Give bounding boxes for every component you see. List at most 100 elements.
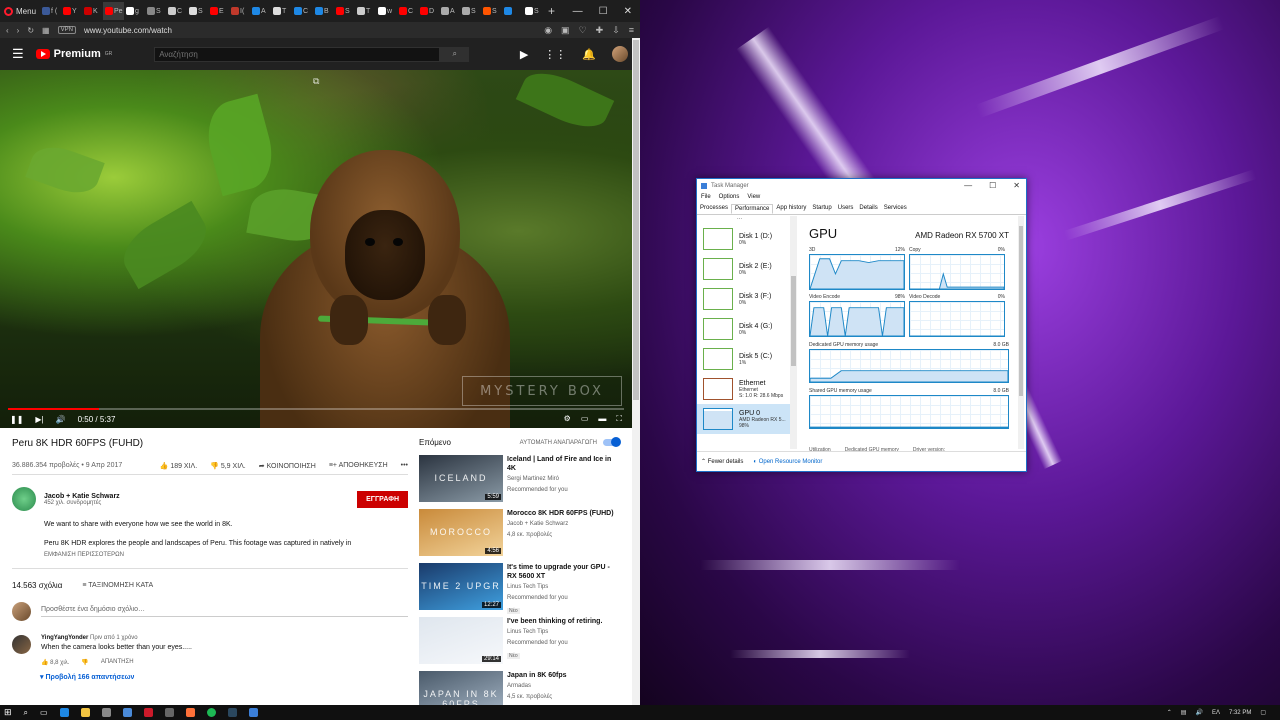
speed-dial-icon[interactable]: ▦ [42,26,50,35]
video-thumbnail[interactable]: TIME 2 UPGR 12:27 [419,563,503,610]
task-view-icon[interactable]: ▭ [40,708,48,717]
browser-tab[interactable]: B [313,2,334,20]
subscribe-button[interactable]: ΕΓΓΡΑΦΗ [357,490,408,508]
back-icon[interactable]: ‹ [6,26,9,35]
opera-menu-button[interactable]: Menu [4,6,40,16]
recommended-video[interactable]: JAPAN IN 8K 60FPS Japan in 8K 60fps Armada… [419,671,619,705]
browser-tab[interactable]: S [523,2,544,20]
open-resource-monitor-link[interactable]: ◐ Open Resource Monitor [753,459,822,465]
add-comment-input[interactable]: Προσθέστε ένα δημόσιο σχόλιο… [41,606,408,617]
network-icon[interactable]: ▤ [1181,709,1187,716]
forward-icon[interactable]: › [17,26,20,35]
browser-tab[interactable]: S [460,2,481,20]
browser-tab[interactable]: I( [229,2,250,20]
browser-tab[interactable] [502,2,523,20]
resource-item[interactable]: Disk 4 (G:) 0% [697,314,796,344]
reload-icon[interactable]: ↻ [27,26,34,35]
recommended-video[interactable]: TIME 2 UPGR 12:27 It's time to upgrade you… [419,563,619,614]
browser-tab[interactable]: S [145,2,166,20]
miniplayer-icon[interactable]: ⧉ [313,76,319,87]
store-icon[interactable] [122,708,132,717]
snapshot-icon[interactable]: ▣ [561,25,570,36]
bookmark-icon[interactable]: ♡ [579,25,587,36]
search-button[interactable]: ⌕ [440,46,470,62]
recommended-video-title[interactable]: Japan in 8K 60fps [507,671,567,680]
video-player[interactable]: ⧉ MYSTERY BOX ❚❚ ▶| 🔊 0:50 / 5:37 ⚙ ▭ ▬ … [0,70,632,428]
tm-maximize-icon[interactable]: ☐ [989,181,996,190]
settings-gear-icon[interactable]: ⚙ [564,414,571,424]
reply-button[interactable]: ΑΠΑΝΤΗΣΗ [101,659,134,666]
tm-tab-details[interactable]: Details [856,204,880,214]
tm-tab-startup[interactable]: Startup [809,204,834,214]
tm-menu-file[interactable]: File [701,194,711,200]
recommended-video-title[interactable]: I've been thinking of retiring. [507,617,602,626]
browser-tab[interactable]: C [292,2,313,20]
app-icon[interactable] [101,708,111,717]
firefox-icon[interactable] [185,708,195,717]
recommended-video[interactable]: 29:14 I've been thinking of retiring. Linu… [419,617,619,664]
browser-tab[interactable]: E [208,2,229,20]
browser-tab[interactable]: w [376,2,397,20]
resource-item[interactable]: Disk 5 (C:) 1% [697,344,796,374]
tm-menu-options[interactable]: Options [719,194,740,200]
browser-tab[interactable]: C [166,2,187,20]
miniplayer-button-icon[interactable]: ▭ [581,414,589,424]
taskbar-app-icon[interactable] [164,708,174,717]
apps-grid-icon[interactable]: ⋮⋮ [544,48,566,61]
tray-chevron-icon[interactable]: ⌃ [1167,709,1172,716]
tm-tab-performance[interactable]: Performance [731,204,774,214]
minimize-icon[interactable]: — [573,6,583,17]
browser-tab[interactable]: C [397,2,418,20]
commenter-avatar[interactable] [12,635,31,654]
comment-dislike-icon[interactable]: 👎 [81,659,88,666]
comment-author[interactable]: YingYangYonder [41,635,88,641]
recommended-video-title[interactable]: Iceland | Land of Fire and Ice in 4K [507,455,619,473]
fewer-details-button[interactable]: ⌃ Fewer details [701,458,743,465]
browser-tab[interactable]: A [250,2,271,20]
recommended-video[interactable]: ICELAND 5:59 Iceland | Land of Fire and Ic… [419,455,619,502]
more-actions-icon[interactable]: ••• [401,462,408,470]
dislike-button[interactable]: 👎 5,9 ΧΙΛ. [210,462,246,470]
autoplay-toggle[interactable] [603,437,621,447]
easy-setup-icon[interactable]: ≡ [629,25,634,36]
sort-comments-button[interactable]: ≡ ΤΑΞΙΝΟΜΗΣΗ ΚΑΤΑ [82,582,153,589]
browser-tab[interactable]: g [124,2,145,20]
maximize-icon[interactable]: ☐ [599,6,608,17]
share-button[interactable]: ➦ ΚΟΙΝΟΠΟΙΗΣΗ [259,462,316,470]
pause-icon[interactable]: ❚❚ [10,415,23,424]
windows-start-icon[interactable]: ⊞ [4,707,12,718]
browser-tab[interactable]: T [355,2,376,20]
clock[interactable]: 7:32 PM [1229,710,1251,716]
theater-mode-icon[interactable]: ▬ [598,414,606,424]
camera-icon[interactable]: ◉ [544,25,552,36]
show-more-button[interactable]: ΕΜΦΑΝΙΣΗ ΠΕΡΙΣΣΟΤΕΡΩΝ [44,552,408,558]
channel-avatar[interactable] [12,487,36,511]
resource-item[interactable]: GPU 0 AMD Radeon RX 5... 98% [697,404,796,434]
file-explorer-icon[interactable] [80,708,90,717]
page-scrollbar[interactable] [632,38,640,705]
taskbar-search-icon[interactable]: ⌕ [24,708,28,718]
resource-list-scrollbar[interactable] [790,216,797,449]
video-thumbnail[interactable]: JAPAN IN 8K 60FPS [419,671,503,705]
hamburger-menu-icon[interactable]: ☰ [12,46,24,62]
tm-tab-services[interactable]: Services [881,204,910,214]
resource-item[interactable]: Disk 2 (E:) 0% [697,254,796,284]
browser-tab[interactable]: S [334,2,355,20]
tm-tab-app-history[interactable]: App history [773,204,809,214]
notifications-bell-icon[interactable]: 🔔 [582,48,596,61]
speaker-icon[interactable]: 🔊 [1195,709,1202,716]
tm-menu-view[interactable]: View [747,194,760,200]
comment-like-button[interactable]: 👍 8,8 χιλ. [41,659,69,666]
new-tab-icon[interactable]: + [548,4,555,18]
edge-icon[interactable] [59,708,69,717]
extension-icon[interactable]: ✚ [596,25,604,36]
channel-name[interactable]: Jacob + Katie Schwarz [44,493,120,500]
browser-tab[interactable]: A [439,2,460,20]
close-icon[interactable]: ✕ [624,6,632,17]
steam-icon[interactable] [227,708,237,717]
view-replies-button[interactable]: ▾ Προβολή 166 απαντήσεων [40,673,408,681]
video-thumbnail[interactable]: ICELAND 5:59 [419,455,503,502]
browser-tab[interactable]: Y [61,2,82,20]
fullscreen-icon[interactable]: ⛶ [616,414,622,424]
save-button[interactable]: ≡+ ΑΠΟΘΗΚΕΥΣΗ [329,462,388,470]
